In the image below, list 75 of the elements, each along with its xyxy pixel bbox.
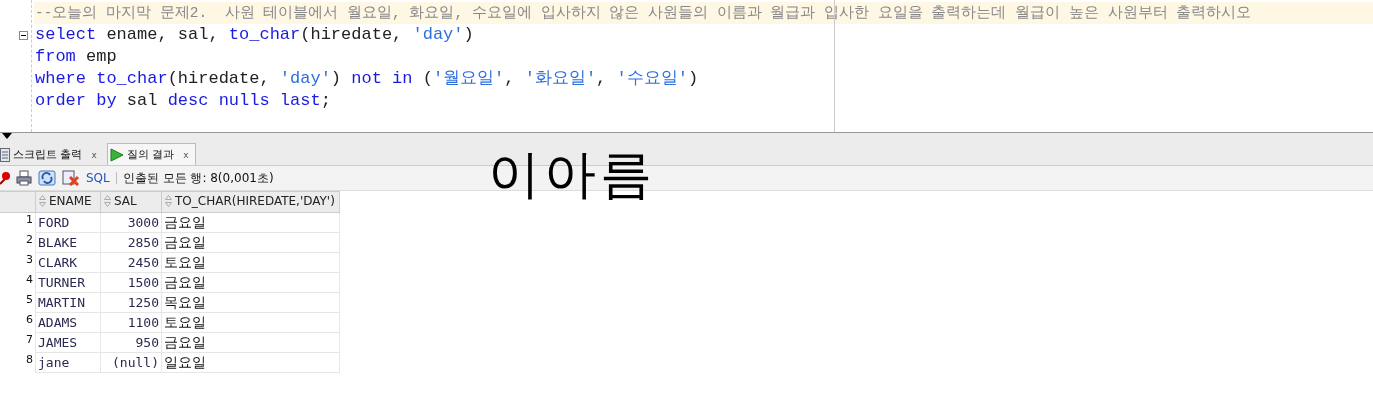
cancel-icon[interactable] (62, 170, 80, 186)
collapse-icon[interactable] (2, 133, 12, 139)
table-cell: 금요일 (161, 272, 340, 293)
table-cell: 2850 (100, 232, 162, 253)
table-cell: 950 (100, 332, 162, 353)
document-icon (0, 147, 10, 162)
table-cell: 토요일 (161, 312, 340, 333)
row-number: 6 (0, 312, 36, 333)
code-text: ) (330, 69, 343, 88)
code-comment: --오늘의 마지막 문제2. 사원 테이블에서 월요일, 화요일, 수요일에 입사하지 않은 사원들의 이름과 월급과 입사한 요일을 출력하는데 월급이 높은 사원부터 출력하시오 (35, 5, 1252, 21)
code-keyword: from (35, 47, 76, 66)
column-header[interactable]: TO_CHAR(HIREDATE,'DAY') (161, 191, 340, 213)
close-button[interactable]: x (183, 149, 189, 160)
column-header[interactable]: ENAME (35, 191, 101, 213)
code-text: ) (687, 69, 699, 88)
refresh-icon[interactable] (38, 170, 56, 186)
row-number: 7 (0, 332, 36, 353)
code-keyword: select (35, 25, 97, 44)
code-string: 'day' (412, 25, 464, 44)
code-keyword: desc nulls last (167, 91, 321, 110)
code-text: ; (320, 91, 331, 110)
code-keyword: order by (35, 91, 117, 110)
fetch-status: 인출된 모든 행: 8(0,001초) (122, 169, 274, 187)
table-cell: (null) (100, 352, 162, 373)
code-keyword: not in (351, 69, 413, 88)
code-text: , (596, 69, 608, 88)
table-cell: 금요일 (161, 332, 340, 353)
table-cell: 일요일 (161, 352, 340, 373)
table-cell: TURNER (35, 272, 101, 293)
sql-link[interactable]: SQL (86, 171, 110, 185)
row-number: 2 (0, 232, 36, 253)
code-string: '수요일' (616, 69, 688, 88)
code-text: , (504, 69, 516, 88)
code-text: (hiredate, (300, 25, 404, 44)
code-text: emp (85, 47, 117, 66)
table-cell: 목요일 (161, 292, 340, 313)
table-cell: 2450 (100, 252, 162, 273)
table-cell: JAMES (35, 332, 101, 353)
table-cell: 금요일 (161, 232, 340, 253)
code-string: '화요일' (524, 69, 597, 88)
table-cell: 1250 (100, 292, 162, 313)
pin-icon[interactable] (0, 170, 10, 186)
close-button[interactable]: x (91, 149, 97, 160)
table-cell: BLAKE (35, 232, 101, 253)
code-keyword: where to_char (35, 69, 168, 88)
row-number: 5 (0, 292, 36, 313)
table-cell: 1100 (100, 312, 162, 333)
column-header[interactable]: SAL (100, 191, 162, 213)
code-text: sal (125, 91, 159, 110)
handwritten-note: 이아름 (488, 148, 656, 200)
row-number: 1 (0, 212, 36, 233)
code-string: '월요일' (432, 69, 505, 88)
result-tab[interactable]: 스크립트 출력 x (0, 144, 103, 165)
table-cell: jane (35, 352, 101, 373)
row-number: 3 (0, 252, 36, 273)
code-text: (hiredate, (167, 69, 271, 88)
row-number: 4 (0, 272, 36, 293)
code-text: ) (463, 25, 474, 44)
result-tab[interactable]: 질의 결과 x (106, 143, 196, 165)
table-cell: ADAMS (35, 312, 101, 333)
play-icon (109, 147, 124, 162)
table-cell: MARTIN (35, 292, 101, 313)
table-cell: 토요일 (161, 252, 340, 273)
code-text: ( (421, 69, 433, 88)
table-cell: 금요일 (161, 212, 340, 233)
code-string: 'day' (279, 69, 331, 88)
table-cell: FORD (35, 212, 101, 233)
print-icon[interactable] (16, 170, 32, 186)
table-cell: 3000 (100, 212, 162, 233)
row-number: 8 (0, 352, 36, 373)
table-cell: CLARK (35, 252, 101, 273)
fold-icon[interactable] (19, 30, 28, 40)
code-keyword: to_char (228, 25, 301, 44)
code-text: ename, sal, (105, 25, 220, 44)
table-cell: 1500 (100, 272, 162, 293)
